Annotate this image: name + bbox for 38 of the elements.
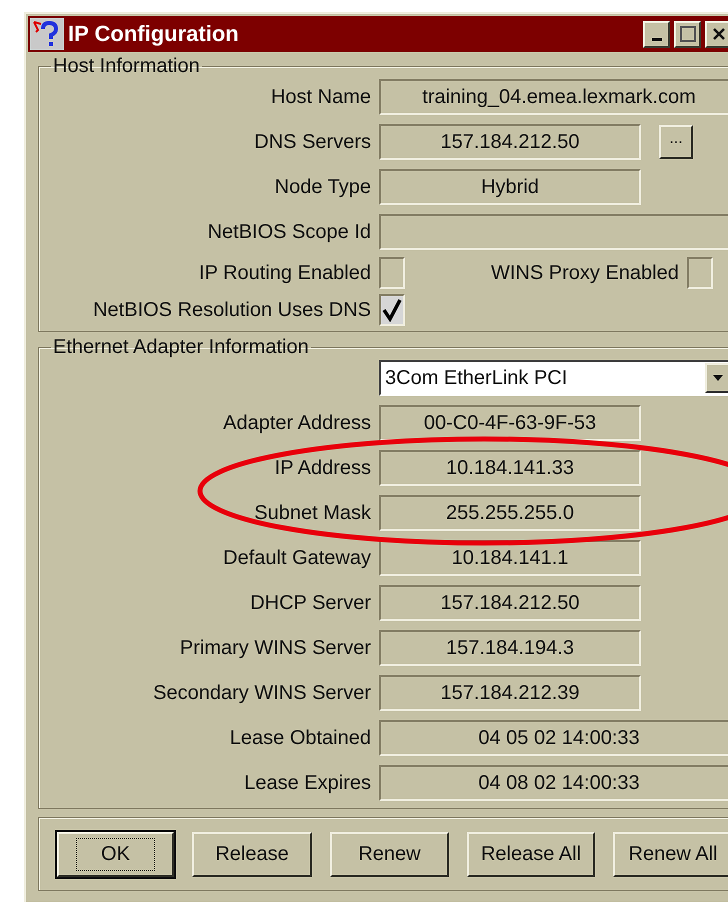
field-label: IP Routing Enabled <box>198 262 371 284</box>
field-label: NetBIOS Scope Id <box>206 220 371 244</box>
field-label: IP Address <box>274 456 371 480</box>
field-label: Lease Expires <box>243 772 371 794</box>
read-only-field: 255.255.255.0 <box>379 495 641 531</box>
read-only-field: 00-C0-4F-63-9F-53 <box>379 405 641 441</box>
window-title: IP Configuration <box>68 21 240 47</box>
read-only-field: 157.184.194.3 <box>379 630 641 666</box>
group-title: Host Information <box>52 55 201 78</box>
read-only-field: Hybrid <box>379 169 641 205</box>
field-label: Host Name <box>270 86 371 108</box>
field-label: Lease Obtained <box>228 726 371 750</box>
read-only-field: 04 08 02 14:00:33 <box>379 765 728 801</box>
field-label: Adapter Address <box>222 412 371 434</box>
read-only-field: 157.184.212.50 <box>379 124 641 160</box>
read-only-field: 157.184.212.39 <box>379 675 641 711</box>
field-label: Primary WINS Server <box>178 636 371 660</box>
dialog-button[interactable]: OK <box>57 832 174 876</box>
field-label: Subnet Mask <box>253 502 371 524</box>
field-label: DHCP Server <box>249 592 371 614</box>
dialog-button[interactable]: Renew <box>330 832 449 876</box>
adapter-dropdown[interactable]: 3Com EtherLink PCI <box>379 360 728 396</box>
field-label: DNS Servers <box>253 130 371 154</box>
dialog-button[interactable]: Renew All <box>613 832 728 876</box>
read-only-field: 10.184.141.1 <box>379 540 641 576</box>
dialog-button[interactable]: Release <box>192 832 312 876</box>
more-button[interactable]: ... <box>659 125 693 159</box>
field-label: Node Type <box>274 176 371 198</box>
field-label: Secondary WINS Server <box>152 682 371 704</box>
read-only-field: 04 05 02 14:00:33 <box>379 720 728 756</box>
field-label: Default Gateway <box>222 546 371 570</box>
field-label: NetBIOS Resolution Uses DNS <box>92 298 371 322</box>
read-only-field: 157.184.212.50 <box>379 585 641 621</box>
dialog-button[interactable]: Release All <box>467 832 595 876</box>
field-label: WINS Proxy Enabled <box>491 262 679 284</box>
group-title: Ethernet Adapter Information <box>52 336 310 359</box>
read-only-field: training_04.emea.lexmark.com <box>379 79 728 115</box>
read-only-field: 10.184.141.33 <box>379 450 641 486</box>
